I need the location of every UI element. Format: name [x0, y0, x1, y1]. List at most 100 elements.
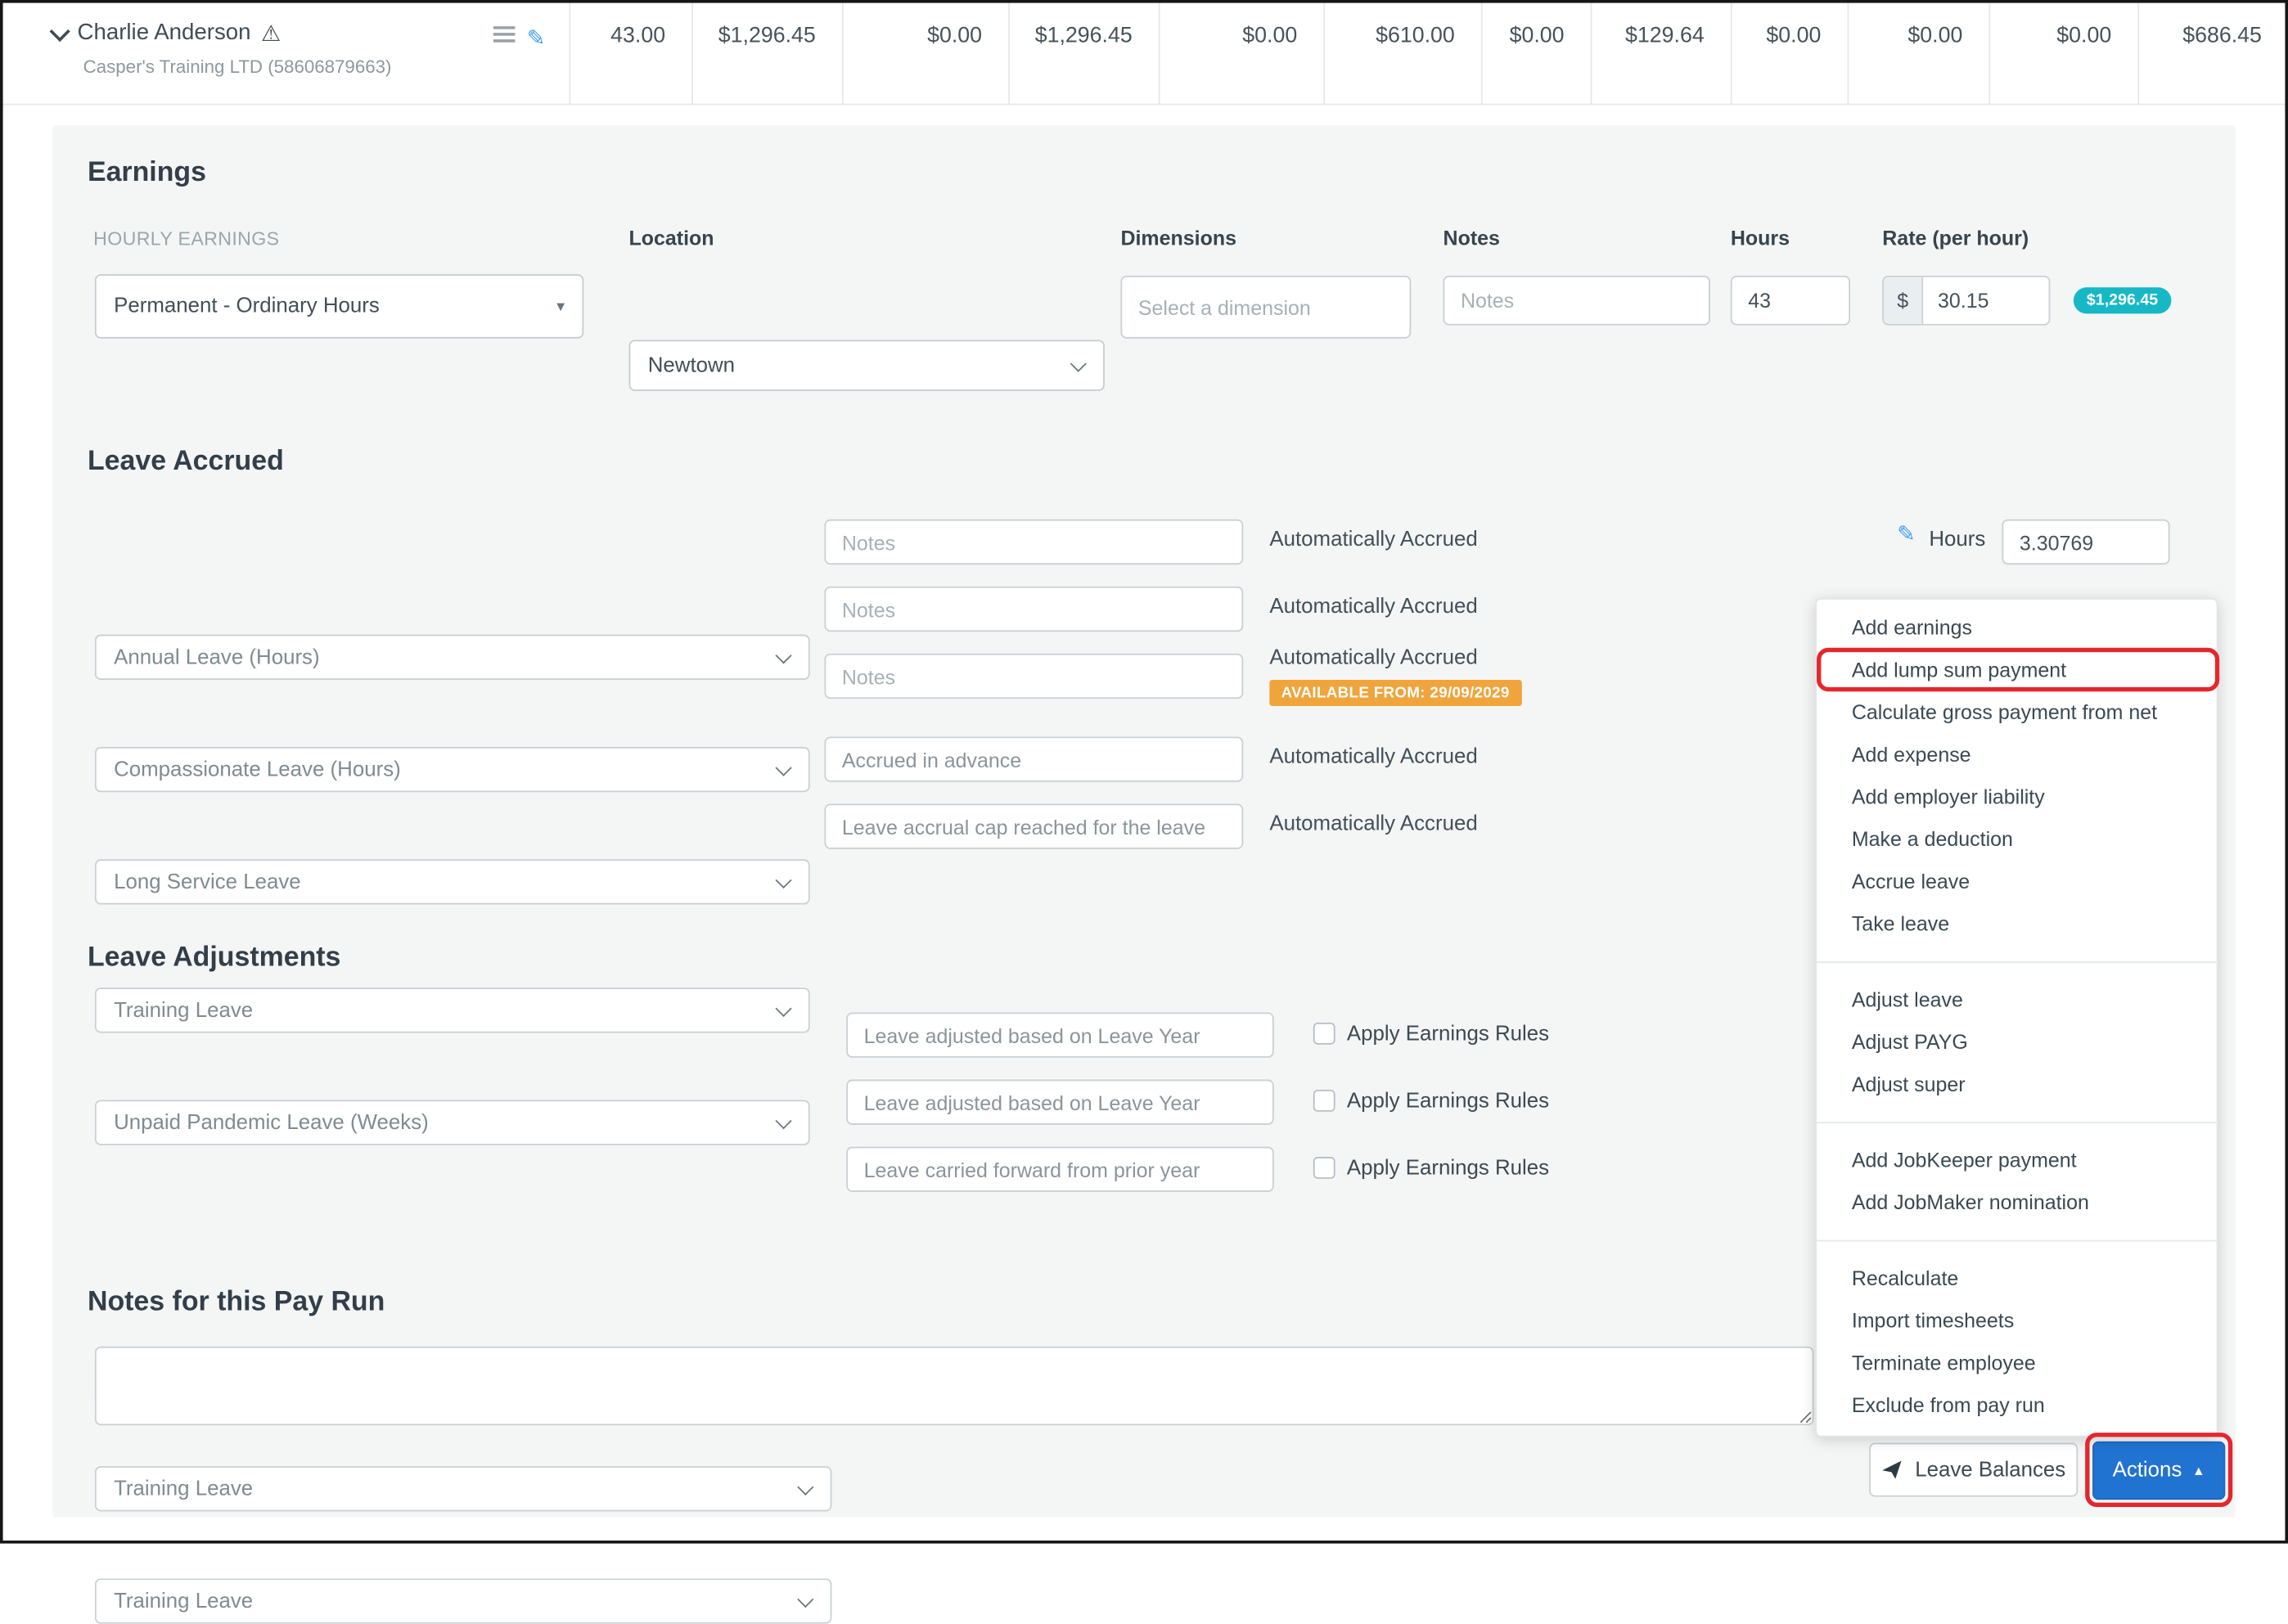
warning-icon[interactable]: ⚠ — [261, 23, 281, 45]
actions-button[interactable]: Actions ▲ — [2092, 1441, 2226, 1500]
total-cell: $0.00 — [1158, 0, 1323, 106]
edit-pencil-icon[interactable]: ✎ — [527, 27, 545, 49]
total-cell: $1,296.45 — [691, 0, 842, 106]
leave-notes-input[interactable] — [824, 736, 1244, 782]
employee-name: Charlie Anderson — [77, 20, 251, 46]
chevron-down-icon — [775, 758, 792, 776]
pay-category-select[interactable]: Permanent - Ordinary Hours ▾ — [94, 274, 584, 339]
leave-notes-input[interactable] — [824, 586, 1244, 632]
currency-prefix: $ — [1884, 277, 1924, 324]
apply-earnings-rules-checkbox[interactable] — [1313, 1022, 1335, 1045]
menu-item-exclude-from-pay-run[interactable]: Exclude from pay run — [1817, 1384, 2217, 1427]
leave-category-select[interactable]: Long Service Leave — [94, 859, 810, 905]
leave-category-select[interactable]: Annual Leave (Hours) — [94, 634, 810, 680]
menu-item-add-jobkeeper-payment[interactable]: Add JobKeeper payment — [1817, 1140, 2217, 1182]
menu-item-adjust-super[interactable]: Adjust super — [1817, 1064, 2217, 1106]
adjustment-notes-input[interactable] — [846, 1146, 1274, 1192]
leave-accrued-section-title: Leave Accrued — [87, 446, 284, 478]
earnings-notes-input[interactable] — [1443, 276, 1710, 326]
adjustment-category-select[interactable]: Training Leave — [94, 1578, 832, 1624]
menu-item-make-a-deduction[interactable]: Make a deduction — [1817, 818, 2217, 861]
menu-divider — [1817, 1122, 2217, 1124]
apply-earnings-rules-label: Apply Earnings Rules — [1346, 1022, 1550, 1046]
menu-divider — [1817, 1239, 2217, 1242]
apply-earnings-rules-checkbox[interactable] — [1313, 1157, 1335, 1179]
leave-notes-input[interactable] — [824, 653, 1244, 700]
menu-item-terminate-employee[interactable]: Terminate employee — [1817, 1343, 2217, 1385]
menu-item-add-jobmaker-nomination[interactable]: Add JobMaker nomination — [1817, 1181, 2217, 1224]
pay-run-notes-section-title: Notes for this Pay Run — [87, 1286, 385, 1318]
menu-item-add-earnings[interactable]: Add earnings — [1817, 607, 2217, 650]
menu-item-calculate-gross-payment-from-net[interactable]: Calculate gross payment from net — [1817, 691, 2217, 734]
hours-column-label: Hours — [1730, 226, 1790, 250]
adjustment-category-select[interactable]: Training Leave — [94, 1466, 832, 1512]
total-cell: $0.00 — [1730, 0, 1848, 106]
total-cell: $0.00 — [1847, 0, 1988, 106]
leave-status-text: Automatically Accrued — [1269, 745, 1478, 769]
location-column-label: Location — [628, 226, 714, 250]
employee-expander-chevron-icon[interactable] — [49, 20, 70, 43]
rate-input[interactable] — [1923, 277, 2049, 324]
rate-column-label: Rate (per hour) — [1882, 226, 2029, 250]
leave-status-text: Automatically Accrued — [1269, 646, 1478, 670]
menu-item-accrue-leave[interactable]: Accrue leave — [1817, 861, 2217, 903]
dimension-input[interactable] — [1120, 276, 1412, 339]
menu-divider — [1817, 961, 2217, 963]
apply-earnings-rules-checkbox[interactable] — [1313, 1090, 1335, 1112]
leave-status-text: Automatically Accrued — [1269, 812, 1478, 836]
rate-input-group: $ — [1882, 276, 2051, 326]
menu-item-add-employer-liability[interactable]: Add employer liability — [1817, 776, 2217, 819]
pay-run-notes-textarea[interactable] — [94, 1346, 1814, 1426]
chevron-down-icon — [797, 1478, 814, 1495]
menu-item-add-lump-sum-payment[interactable]: Add lump sum payment — [1817, 650, 2217, 692]
leave-hours-input[interactable] — [2002, 519, 2170, 565]
total-cell: $0.00 — [1480, 0, 1591, 106]
timesheet-list-icon[interactable] — [493, 25, 516, 51]
total-cell: $610.00 — [1323, 0, 1481, 106]
leave-notes-input[interactable] — [824, 803, 1244, 849]
menu-item-recalculate[interactable]: Recalculate — [1817, 1257, 2217, 1300]
location-select[interactable]: Newtown — [628, 340, 1105, 391]
chevron-down-icon — [775, 999, 792, 1017]
edit-hours-pencil-icon[interactable]: ✎ — [1897, 524, 1915, 546]
leave-category-select[interactable]: Training Leave — [94, 987, 810, 1033]
chevron-down-icon — [775, 870, 792, 888]
chevron-down-icon — [797, 1590, 814, 1608]
earnings-total-badge: $1,296.45 — [2073, 287, 2172, 314]
actions-menu: Add earnings Add lump sum payment Calcul… — [1815, 598, 2218, 1437]
earnings-section-title: Earnings — [87, 157, 206, 189]
notes-column-label: Notes — [1443, 226, 1500, 250]
paper-plane-icon — [1881, 1459, 1903, 1481]
employee-company: Casper's Training LTD (58606879663) — [83, 56, 392, 78]
chevron-down-icon — [1070, 354, 1087, 371]
employee-totals-row: 43.00 $1,296.45 $0.00 $1,296.45 $0.00 $6… — [569, 0, 2288, 106]
hourly-earnings-label: HOURLY EARNINGS — [93, 227, 280, 250]
apply-earnings-rules-label: Apply Earnings Rules — [1346, 1090, 1550, 1113]
menu-item-import-timesheets[interactable]: Import timesheets — [1817, 1300, 2217, 1343]
employee-summary-bar: Charlie Anderson ⚠ Casper's Training LTD… — [0, 0, 2288, 106]
adjustment-notes-input[interactable] — [846, 1079, 1274, 1125]
menu-item-add-expense[interactable]: Add expense — [1817, 734, 2217, 776]
caret-up-icon: ▲ — [2191, 1462, 2205, 1478]
caret-down-icon: ▾ — [556, 298, 565, 317]
leave-hours-label: Hours — [1929, 528, 1986, 552]
dimensions-column-label: Dimensions — [1120, 226, 1236, 250]
menu-item-adjust-payg[interactable]: Adjust PAYG — [1817, 1021, 2217, 1064]
leave-adjustments-section-title: Leave Adjustments — [87, 942, 341, 974]
total-cell: $129.64 — [1590, 0, 1731, 106]
total-cell: $686.45 — [2137, 0, 2288, 106]
total-cell: $0.00 — [841, 0, 1008, 106]
leave-status-text: Automatically Accrued — [1269, 595, 1478, 619]
leave-category-select[interactable]: Compassionate Leave (Hours) — [94, 746, 810, 793]
leave-balances-button[interactable]: Leave Balances — [1869, 1442, 2079, 1497]
earnings-hours-input[interactable] — [1730, 276, 1851, 326]
total-cell: $0.00 — [1988, 0, 2137, 106]
leave-notes-input[interactable] — [824, 519, 1244, 565]
chevron-down-icon — [775, 1112, 792, 1129]
available-from-badge: AVAILABLE FROM: 29/09/2029 — [1269, 679, 1521, 707]
total-cell: $1,296.45 — [1008, 0, 1159, 106]
adjustment-notes-input[interactable] — [846, 1012, 1274, 1058]
menu-item-adjust-leave[interactable]: Adjust leave — [1817, 979, 2217, 1022]
leave-category-select[interactable]: Unpaid Pandemic Leave (Weeks) — [94, 1100, 810, 1145]
menu-item-take-leave[interactable]: Take leave — [1817, 903, 2217, 946]
